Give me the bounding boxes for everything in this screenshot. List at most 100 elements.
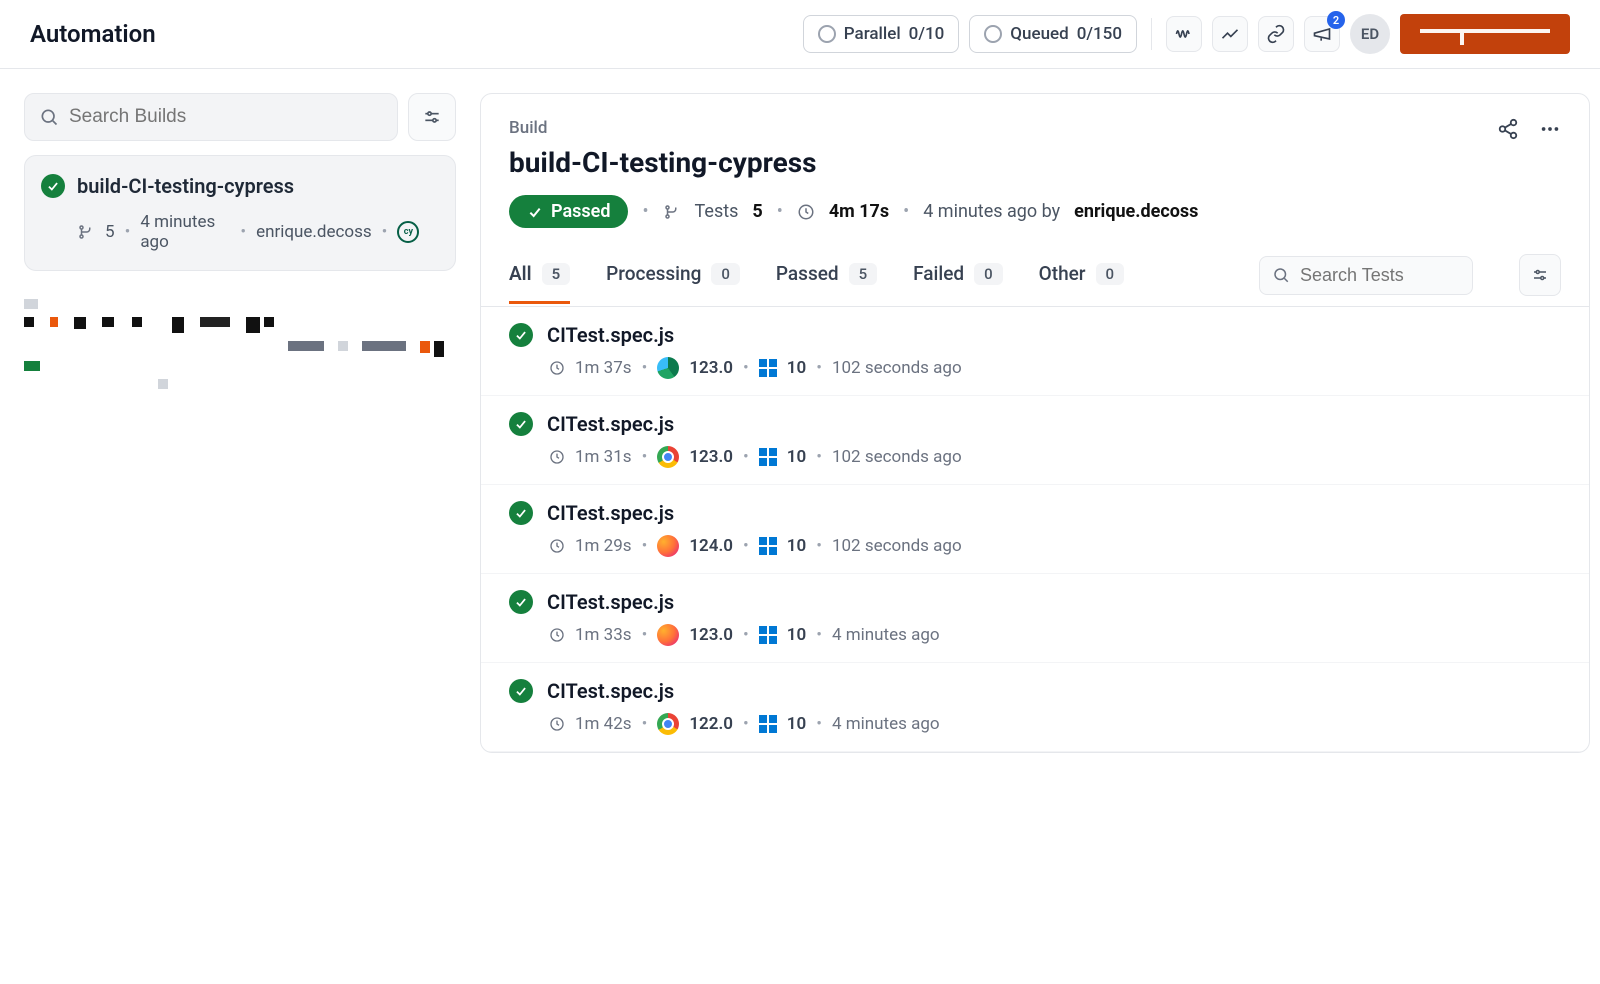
os-version: 10 xyxy=(787,536,806,556)
chrome-icon xyxy=(657,446,679,468)
header-actions: Parallel 0/10 Queued 0/150 2 ED xyxy=(803,14,1570,54)
time-ago-label: 4 minutes ago by xyxy=(923,201,1060,222)
build-user: enrique.decoss xyxy=(256,222,372,242)
build-test-count: 5 xyxy=(105,222,115,242)
test-duration: 1m 42s xyxy=(575,714,632,734)
status-passed-icon xyxy=(509,323,533,347)
divider xyxy=(1151,18,1152,50)
cypress-badge-icon: cy xyxy=(397,221,419,243)
windows-icon xyxy=(759,359,777,377)
os-version: 10 xyxy=(787,358,806,378)
queued-value: 0/150 xyxy=(1077,24,1122,44)
tests-count: 5 xyxy=(752,201,762,222)
parallel-label: Parallel xyxy=(844,24,901,44)
filter-builds-button[interactable] xyxy=(408,93,456,141)
tests-list: CITest.spec.js 1m 37s • 123.0 • 10 • 102… xyxy=(481,307,1589,752)
search-tests-input-wrap[interactable] xyxy=(1259,256,1473,295)
upgrade-button[interactable] xyxy=(1400,14,1570,54)
clock-icon xyxy=(549,716,565,732)
duration: 4m 17s xyxy=(829,201,889,222)
test-time-ago: 102 seconds ago xyxy=(832,447,962,467)
share-icon[interactable] xyxy=(1497,118,1519,140)
test-duration: 1m 33s xyxy=(575,625,632,645)
status-badge: Passed xyxy=(509,195,628,228)
clock-icon xyxy=(549,360,565,376)
status-passed-icon xyxy=(509,501,533,525)
firefox-icon xyxy=(657,535,679,557)
windows-icon xyxy=(759,626,777,644)
waveform-icon-button[interactable] xyxy=(1166,16,1202,52)
search-tests-input[interactable] xyxy=(1300,265,1460,286)
tabs: All 5 Processing 0 Passed 5 Failed 0 Oth… xyxy=(481,244,1589,307)
status-passed-icon xyxy=(41,174,65,198)
os-version: 10 xyxy=(787,625,806,645)
browser-version: 122.0 xyxy=(689,714,733,734)
build-time-ago: 4 minutes ago xyxy=(140,212,230,252)
notification-badge: 2 xyxy=(1327,11,1345,29)
tab-other[interactable]: Other 0 xyxy=(1039,246,1124,304)
chrome-icon xyxy=(657,713,679,735)
search-builds-input[interactable] xyxy=(69,106,383,128)
panel-user: enrique.decoss xyxy=(1074,201,1198,222)
check-icon xyxy=(527,204,543,220)
test-name: CITest.spec.js xyxy=(547,590,674,614)
tab-all[interactable]: All 5 xyxy=(509,246,570,304)
test-row[interactable]: CITest.spec.js 1m 37s • 123.0 • 10 • 102… xyxy=(481,307,1589,396)
build-panel: Build build-CI-testing-cypress Passed • … xyxy=(480,93,1590,753)
clock-icon xyxy=(549,538,565,554)
avatar[interactable]: ED xyxy=(1350,14,1390,54)
firefox-icon xyxy=(657,624,679,646)
build-name: build-CI-testing-cypress xyxy=(77,174,294,198)
test-row[interactable]: CITest.spec.js 1m 33s • 123.0 • 10 • 4 m… xyxy=(481,574,1589,663)
tab-processing[interactable]: Processing 0 xyxy=(606,246,740,304)
tab-failed[interactable]: Failed 0 xyxy=(913,246,1003,304)
test-name: CITest.spec.js xyxy=(547,501,674,525)
build-card[interactable]: build-CI-testing-cypress 5 • 4 minutes a… xyxy=(24,155,456,271)
megaphone-icon-button[interactable]: 2 xyxy=(1304,16,1340,52)
status-passed-icon xyxy=(509,412,533,436)
queued-pill[interactable]: Queued 0/150 xyxy=(969,15,1137,53)
tab-passed[interactable]: Passed 5 xyxy=(776,246,877,304)
tests-label: Tests xyxy=(695,201,739,222)
more-icon[interactable] xyxy=(1539,118,1561,140)
search-icon xyxy=(39,107,59,127)
status-passed-icon xyxy=(509,679,533,703)
redacted-graphic xyxy=(24,299,456,389)
sliders-icon xyxy=(1531,266,1549,284)
test-time-ago: 102 seconds ago xyxy=(832,358,962,378)
parallel-pill[interactable]: Parallel 0/10 xyxy=(803,15,960,53)
queued-label: Queued xyxy=(1010,24,1068,44)
test-row[interactable]: CITest.spec.js 1m 29s • 124.0 • 10 • 102… xyxy=(481,485,1589,574)
search-builds-input-wrap[interactable] xyxy=(24,93,398,141)
test-name: CITest.spec.js xyxy=(547,323,674,347)
parallel-value: 0/10 xyxy=(909,24,945,44)
status-passed-icon xyxy=(509,590,533,614)
test-duration: 1m 37s xyxy=(575,358,632,378)
os-version: 10 xyxy=(787,447,806,467)
windows-icon xyxy=(759,448,777,466)
test-time-ago: 4 minutes ago xyxy=(832,714,940,734)
test-name: CITest.spec.js xyxy=(547,679,674,703)
filter-tests-button[interactable] xyxy=(1519,254,1561,296)
test-time-ago: 102 seconds ago xyxy=(832,536,962,556)
browser-version: 123.0 xyxy=(689,625,733,645)
windows-icon xyxy=(759,537,777,555)
test-row[interactable]: CITest.spec.js 1m 42s • 122.0 • 10 • 4 m… xyxy=(481,663,1589,752)
edge-icon xyxy=(657,357,679,379)
browser-version: 123.0 xyxy=(689,447,733,467)
link-icon-button[interactable] xyxy=(1258,16,1294,52)
circle-icon xyxy=(818,25,836,43)
tests-icon xyxy=(663,203,681,221)
test-row[interactable]: CITest.spec.js 1m 31s • 123.0 • 10 • 102… xyxy=(481,396,1589,485)
analytics-icon-button[interactable] xyxy=(1212,16,1248,52)
clock-icon xyxy=(797,203,815,221)
clock-icon xyxy=(549,449,565,465)
panel-title: build-CI-testing-cypress xyxy=(509,146,1497,179)
test-duration: 1m 31s xyxy=(575,447,632,467)
browser-version: 123.0 xyxy=(689,358,733,378)
windows-icon xyxy=(759,715,777,733)
sliders-icon xyxy=(422,107,442,127)
main: Build build-CI-testing-cypress Passed • … xyxy=(480,69,1600,973)
test-time-ago: 4 minutes ago xyxy=(832,625,940,645)
test-duration: 1m 29s xyxy=(575,536,632,556)
